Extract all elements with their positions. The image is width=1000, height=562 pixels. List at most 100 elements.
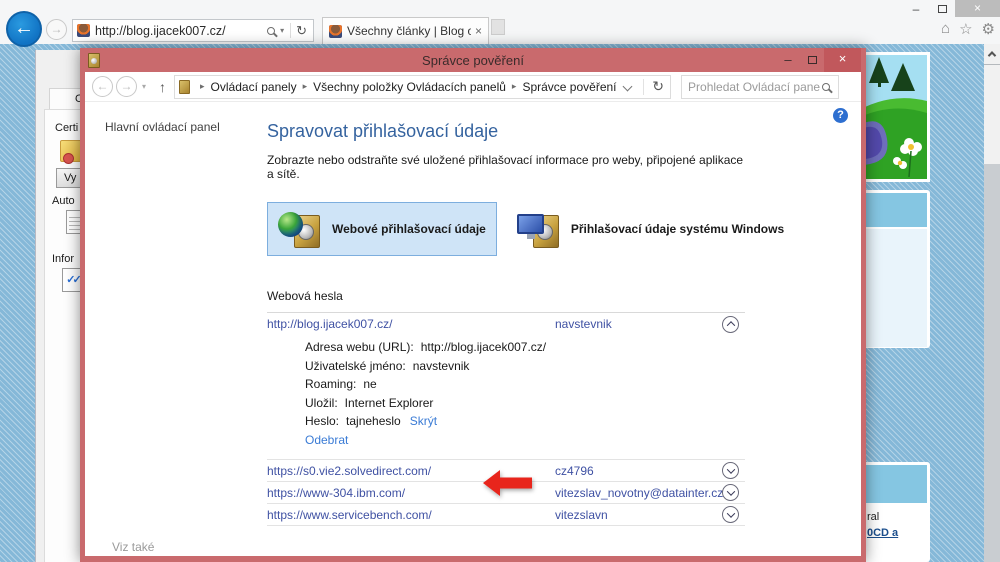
credential-url-link[interactable]: http://blog.ijacek007.cz/ (267, 317, 392, 331)
divider (290, 23, 291, 38)
page-description: Zobrazte nebo odstraňte své uložené přih… (267, 153, 745, 181)
chevron-up-icon (726, 321, 734, 329)
blog-sidebar-card-2: ral 0CD a (862, 462, 930, 562)
forward-button[interactable]: → (116, 76, 137, 97)
up-button[interactable]: ↑ (159, 79, 166, 95)
credential-manager-window: Správce pověření – × ← → ▾ ↑ ▸ Ovládací … (80, 48, 866, 562)
blog-banner-image (862, 52, 930, 182)
window-controls: – × (776, 48, 861, 72)
chevron-down-icon[interactable] (623, 82, 633, 92)
browser-tab[interactable]: Všechny články | Blog o vše... × (322, 17, 489, 44)
divider (643, 79, 644, 95)
credential-url-link[interactable]: https://s0.vie2.solvedirect.com/ (267, 464, 431, 478)
credential-url-link[interactable]: https://www.servicebench.com/ (267, 508, 432, 522)
detail-username: Uživatelské jméno:navstevnik (305, 359, 745, 373)
annotation-arrow-icon (483, 468, 533, 498)
titlebar[interactable]: Správce pověření – × (85, 48, 861, 72)
certificates-label: Certi (55, 122, 78, 134)
scroll-up-button[interactable] (984, 44, 1000, 64)
close-button[interactable]: × (824, 48, 861, 72)
breadcrumb-separator: ▸ (512, 81, 517, 92)
certificate-icon (60, 140, 80, 162)
refresh-icon[interactable]: ↻ (296, 23, 307, 39)
breadcrumb-separator: ▸ (200, 81, 205, 92)
chevron-down-icon (726, 487, 734, 495)
tab-close-icon[interactable]: × (475, 24, 482, 38)
window-title: Správce pověření (85, 53, 861, 68)
back-button[interactable]: ← (92, 76, 113, 97)
credential-username: navstevnik (555, 317, 612, 331)
maximize-icon (808, 56, 817, 64)
chevron-up-icon (988, 51, 996, 59)
collapse-button[interactable] (722, 316, 739, 333)
maximize-icon (938, 5, 947, 13)
window-body: Hlavní ovládací panel Viz také ? Spravov… (85, 102, 861, 556)
credential-type-tiles: Webové přihlašovací údaje Přihlašovací ú… (267, 202, 745, 256)
landscape-illustration (865, 55, 927, 179)
chevron-down-icon[interactable]: ▾ (280, 26, 284, 35)
dialog-tab[interactable]: O (49, 88, 80, 110)
tile-label: Přihlašovací údaje systému Windows (571, 222, 784, 236)
remove-credential-link[interactable]: Odebrat (305, 433, 348, 447)
form-list-icon (66, 210, 80, 234)
windows-credentials-icon (517, 209, 561, 249)
explorer-toolbar: ← → ▾ ↑ ▸ Ovládací panely ▸ Všechny polo… (85, 72, 861, 102)
expand-button[interactable] (722, 484, 739, 501)
browser-forward-button[interactable]: → (46, 19, 67, 40)
scrollbar-thumb[interactable] (984, 64, 1000, 164)
maximize-button[interactable] (929, 5, 955, 13)
detail-saved-by: Uložil:Internet Explorer (305, 396, 745, 410)
tab-title: Všechny články | Blog o vše... (347, 24, 471, 38)
settings-icon[interactable]: ⚙ (982, 20, 995, 38)
site-favicon (77, 24, 90, 37)
expand-button[interactable] (722, 462, 739, 479)
credential-username: vitezslavn (555, 508, 608, 522)
favorites-icon[interactable]: ☆ (959, 20, 972, 38)
credential-username: cz4796 (555, 464, 594, 478)
minimize-button[interactable]: – (903, 2, 929, 16)
credential-username: vitezslav_novotny@datainter.cz (555, 486, 723, 500)
card-header (865, 465, 927, 503)
url-text[interactable]: http://blog.ijacek007.cz/ (95, 24, 265, 38)
page-scrollbar[interactable] (984, 44, 1000, 562)
breadcrumb-item-credential-manager[interactable]: Správce pověření (522, 80, 616, 94)
breadcrumb-item-all-items[interactable]: Všechny položky Ovládacích panelů (313, 80, 506, 94)
dialog-button[interactable]: Vy (56, 168, 80, 188)
tile-label: Webové přihlašovací údaje (332, 222, 486, 236)
partial-link[interactable]: 0CD a (865, 527, 927, 539)
maximize-button[interactable] (800, 56, 824, 64)
address-bar[interactable]: http://blog.ijacek007.cz/ ▾ ↻ (72, 19, 314, 42)
main-content: Spravovat přihlašovací údaje Zobrazte ne… (267, 102, 745, 526)
credential-row[interactable]: http://blog.ijacek007.cz/ navstevnik (267, 313, 745, 335)
search-icon[interactable] (822, 83, 830, 91)
recent-pages-dropdown-icon[interactable]: ▾ (142, 82, 146, 91)
search-icon[interactable] (267, 27, 275, 35)
credential-manager-icon (179, 80, 190, 94)
help-icon[interactable]: ? (833, 108, 848, 123)
new-tab-button[interactable] (491, 19, 505, 35)
expand-button[interactable] (722, 506, 739, 523)
tile-windows-credentials[interactable]: Přihlašovací údaje systému Windows (507, 202, 794, 256)
feeds-check-icon: ✓✓ (62, 268, 80, 292)
tile-web-credentials[interactable]: Webové přihlašovací údaje (267, 202, 497, 256)
internet-options-dialog: O Certi Vy Auto Infor ✓✓ (35, 50, 80, 562)
breadcrumb-item-control-panel[interactable]: Ovládací panely (211, 80, 297, 94)
chevron-down-icon (726, 509, 734, 517)
breadcrumb-right-controls: ↻ (624, 78, 666, 95)
browser-chrome: ← → http://blog.ijacek007.cz/ ▾ ↻ Všechn… (0, 0, 1000, 44)
search-input[interactable] (688, 80, 820, 94)
search-box[interactable] (681, 75, 839, 99)
section-web-passwords: Webová hesla (267, 289, 745, 313)
browser-back-button[interactable]: ← (6, 11, 42, 47)
sidebar-item-control-panel-home[interactable]: Hlavní ovládací panel (105, 120, 220, 134)
minimize-button[interactable]: – (776, 50, 800, 70)
close-button[interactable]: × (955, 0, 1000, 17)
credential-row[interactable]: https://www.servicebench.com/ vitezslavn (267, 504, 745, 526)
hide-password-link[interactable]: Skrýt (410, 414, 437, 428)
home-icon[interactable]: ⌂ (941, 20, 950, 38)
breadcrumb-separator: ▸ (303, 81, 308, 92)
partial-text: ral (865, 511, 927, 523)
credential-url-link[interactable]: https://www-304.ibm.com/ (267, 486, 405, 500)
breadcrumb[interactable]: ▸ Ovládací panely ▸ Všechny položky Ovlá… (174, 75, 671, 99)
refresh-icon[interactable]: ↻ (652, 78, 664, 95)
